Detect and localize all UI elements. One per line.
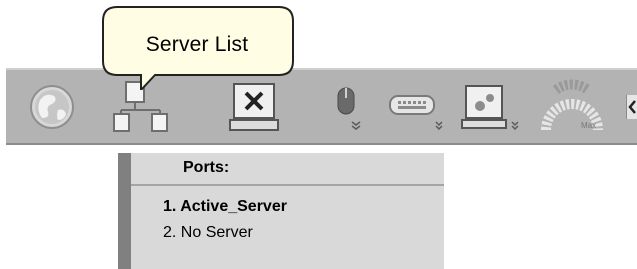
keyboard-icon[interactable] <box>386 76 446 138</box>
gauge-max-label: Max <box>581 121 596 130</box>
ports-menu: Ports: 1. Active_Server 2. No Server <box>118 153 444 269</box>
port-item-no-server[interactable]: 2. No Server <box>131 220 444 246</box>
ports-menu-header: Ports: <box>131 153 444 186</box>
server-list-tooltip: Server List <box>101 6 294 90</box>
port-item-active-server[interactable]: 1. Active_Server <box>131 194 444 220</box>
globe-icon[interactable] <box>28 76 76 138</box>
settings-monitor-icon[interactable] <box>460 76 524 138</box>
mouse-icon[interactable] <box>330 76 370 138</box>
toolbar-expand-button[interactable] <box>626 95 637 119</box>
tooltip-label: Server List <box>145 33 249 56</box>
bandwidth-gauge-icon[interactable]: Max <box>538 76 606 138</box>
chevron-left-icon <box>627 95 637 119</box>
